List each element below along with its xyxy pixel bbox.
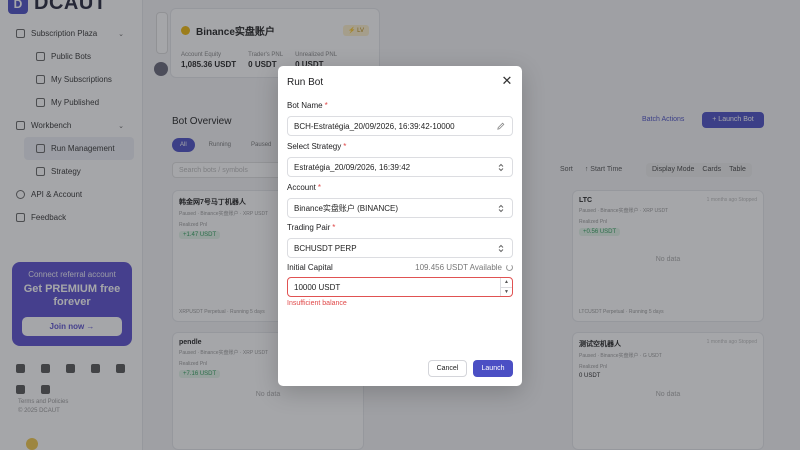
launch-button[interactable]: Launch [473,360,513,377]
edit-icon[interactable] [496,121,506,131]
bot-name-value: BCH-Estratégia_20/09/2026, 16:39:42-1000… [294,121,455,131]
select-arrows-icon [496,162,506,172]
account-value: Binance实盘账户 (BINANCE) [294,203,399,213]
stepper-up-icon[interactable]: ▲ [501,278,512,287]
trading-pair-value: BCHUSDT PERP [294,243,357,253]
select-arrows-icon [496,203,506,213]
initial-capital-value: 10000 USDT [294,282,341,292]
bot-name-input[interactable]: BCH-Estratégia_20/09/2026, 16:39:42-1000… [287,116,513,136]
field-label: Bot Name * [287,101,513,111]
field-label: Account * [287,183,513,193]
trading-pair-field: Trading Pair * BCHUSDT PERP [287,223,513,258]
trading-pair-label: Trading Pair [287,223,331,232]
strategy-field: Select Strategy * Estratégia_20/09/2026, … [287,142,513,177]
number-stepper: ▲ ▼ [500,278,512,296]
required-marker: * [317,183,322,192]
required-marker: * [324,101,328,110]
required-marker: * [332,223,336,232]
field-label: Initial Capital 109.456 USDT Available [287,262,513,272]
strategy-label: Select Strategy [287,142,342,151]
field-label: Select Strategy * [287,142,513,152]
required-marker: * [343,142,347,151]
field-label: Trading Pair * [287,223,513,233]
strategy-value: Estratégia_20/09/2026, 16:39:42 [294,162,411,172]
close-icon[interactable]: ✕ [500,74,514,88]
select-arrows-icon [496,243,506,253]
account-select[interactable]: Binance实盘账户 (BINANCE) [287,198,513,218]
bot-name-field: Bot Name * BCH-Estratégia_20/09/2026, 16:… [287,101,513,136]
cancel-button[interactable]: Cancel [428,360,467,377]
refresh-icon[interactable] [506,263,513,271]
stepper-down-icon[interactable]: ▼ [501,286,512,297]
available-balance-text: 109.456 USDT Available [415,262,502,272]
bot-name-label: Bot Name [287,101,323,110]
initial-capital-input[interactable]: 10000 USDT ▲ ▼ [287,277,513,297]
error-message: Insufficient balance [287,300,347,307]
account-label: Account [287,183,316,192]
available-balance: 109.456 USDT Available [415,263,513,272]
strategy-select[interactable]: Estratégia_20/09/2026, 16:39:42 [287,157,513,177]
run-bot-dialog: Run Bot ✕ Bot Name * BCH-Estratégia_20/09… [278,66,522,386]
account-field: Account * Binance实盘账户 (BINANCE) [287,183,513,218]
initial-capital-field: Initial Capital 109.456 USDT Available 1… [287,262,513,307]
dialog-title: Run Bot [287,77,324,88]
initial-capital-label: Initial Capital [287,262,333,272]
trading-pair-select[interactable]: BCHUSDT PERP [287,238,513,258]
